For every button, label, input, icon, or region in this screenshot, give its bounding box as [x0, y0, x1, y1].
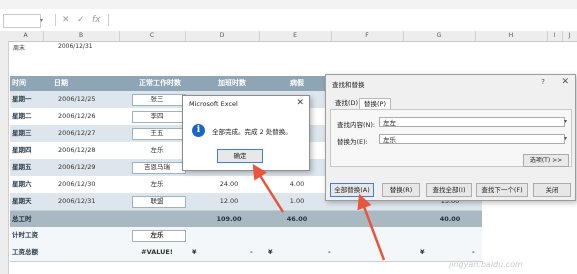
formula-bar-separator — [55, 14, 56, 26]
salary-label: 计时工资 — [12, 231, 38, 239]
row-day: 星期六 — [12, 180, 32, 188]
row-date: 2006/12/26 — [58, 112, 96, 120]
replace-input[interactable]: 左乐 — [379, 134, 565, 144]
summary-label: 工资总额 — [12, 248, 38, 256]
header-regular-hours: 正常工作时数 — [139, 79, 181, 87]
ok-button[interactable]: 确定 — [217, 149, 263, 163]
totals-overtime: 46.00 — [286, 215, 308, 223]
weekend-label: 周末 — [13, 45, 26, 52]
find-next-button[interactable]: 查找下一个(F) — [476, 183, 528, 197]
find-label: 查找内容(N): — [337, 121, 376, 129]
summary-dash-1: - — [250, 248, 253, 256]
row-date: 2006/12/29 — [58, 163, 96, 171]
message-box-text: 全部完成。完成 2 处替换。 — [212, 128, 292, 136]
row-day: 星期三 — [12, 129, 32, 137]
row-day: 星期二 — [12, 112, 32, 120]
totals-label: 总工时 — [12, 215, 32, 223]
row-date: 2006/12/28 — [58, 146, 96, 154]
excel-message-box: Microsoft Excel ✕ i 全部完成。完成 2 处替换。 确定 — [182, 95, 310, 171]
column-header-e[interactable]: E — [259, 31, 332, 41]
header-sick-leave: 病假 — [290, 79, 304, 87]
close-button[interactable]: 关闭 — [533, 183, 571, 197]
replace-all-button[interactable]: 全部替换(A) — [330, 183, 374, 197]
message-box-title: Microsoft Excel — [189, 100, 238, 108]
row-content: 吉恩马瑞 — [144, 163, 170, 171]
replace-label: 替换为(E): — [337, 138, 368, 146]
row-day: 星期天 — [12, 197, 32, 205]
salary-row: 计时工资 左乐 — [10, 227, 482, 245]
column-header-f[interactable]: F — [331, 31, 404, 41]
tab-find[interactable]: 查找(D) — [331, 98, 362, 109]
summary-row: 工资总额 #VALUE! ¥ - ¥ - ¥ - — [10, 244, 482, 262]
row-content: 李四 — [150, 112, 164, 120]
header-overtime-hours: 加班时数 — [218, 79, 246, 87]
close-icon[interactable]: ✕ — [296, 98, 304, 108]
find-replace-dialog: 查找和替换 ? ✕ 查找(D) 替换(P) 查找内容(N): 左左 ▾ 替换为(… — [325, 74, 576, 201]
name-box-dropdown-icon[interactable]: ▾ — [40, 17, 43, 24]
row-day: 星期四 — [12, 146, 32, 154]
row-hours: 24.00 — [219, 180, 239, 188]
summary-dash-2: - — [328, 248, 331, 256]
row-date: 2006/12/27 — [58, 129, 96, 137]
summary-yen-3: ¥ — [420, 248, 425, 256]
column-header-j[interactable]: J — [562, 31, 577, 41]
header-date: 日期 — [54, 79, 68, 87]
formula-input[interactable] — [108, 14, 575, 26]
row-overtime: 4.00 — [289, 180, 305, 188]
totals-row: 总工时 109.00 46.00 40.00 — [10, 211, 482, 227]
find-dropdown-icon[interactable]: ▾ — [564, 118, 567, 125]
row-content: 左乐 — [150, 180, 164, 188]
summary-dash-3: - — [472, 248, 475, 256]
row-content: 王五 — [150, 129, 164, 137]
dialog-title: 查找和替换 — [332, 81, 365, 89]
column-header-i[interactable]: I — [547, 31, 563, 41]
summary-yen-1: ¥ — [192, 248, 197, 256]
column-header-c[interactable]: C — [119, 31, 186, 41]
info-icon: i — [192, 124, 205, 137]
row-date: 2006/12/31 — [58, 197, 96, 205]
name-box[interactable] — [3, 14, 41, 28]
row-content: 张三 — [150, 95, 164, 103]
replace-button[interactable]: 替换(R) — [382, 183, 420, 197]
column-header-b[interactable]: B — [43, 31, 120, 41]
find-input[interactable]: 左左 — [379, 117, 565, 127]
row-content: 左乐 — [150, 146, 164, 154]
formula-bar: ▾ ✕ ✓ fx — [0, 9, 577, 32]
column-header-a[interactable]: A — [8, 31, 44, 41]
row-date: 2006/12/30 — [58, 180, 96, 188]
row-overtime: 1.00 — [289, 197, 305, 205]
row-hours: 12.00 — [219, 197, 239, 205]
weekend-date: 2006/12/31 — [58, 43, 93, 50]
salary-content: 左乐 — [150, 231, 164, 239]
header-time: 时间 — [12, 79, 26, 87]
row-day: 星期一 — [12, 95, 32, 103]
totals-hours: 109.00 — [216, 215, 242, 223]
options-button[interactable]: 选项(T) >> — [523, 154, 569, 167]
close-icon[interactable]: ✕ — [561, 77, 569, 87]
summary-content: #VALUE! — [141, 248, 173, 256]
column-header-g[interactable]: G — [403, 31, 476, 41]
row-headers — [0, 41, 9, 274]
insert-function-icon[interactable]: fx — [92, 15, 101, 25]
row-content: 联盟 — [150, 197, 164, 205]
row-date: 2006/12/25 — [58, 95, 96, 103]
totals-right: 40.00 — [439, 215, 461, 223]
replace-dropdown-icon[interactable]: ▾ — [564, 135, 567, 142]
cancel-icon[interactable]: ✕ — [62, 15, 70, 25]
row-day: 星期五 — [12, 163, 32, 171]
find-all-button[interactable]: 查找全部(I) — [426, 183, 472, 197]
watermark: jingyan.baidu.com — [449, 260, 523, 269]
help-icon[interactable]: ? — [541, 78, 545, 86]
enter-icon[interactable]: ✓ — [77, 15, 85, 25]
column-headers: A B C D E F G H I J — [0, 31, 577, 42]
summary-yen-2: ¥ — [268, 248, 273, 256]
column-header-h[interactable]: H — [475, 31, 548, 41]
column-header-d[interactable]: D — [185, 31, 260, 41]
